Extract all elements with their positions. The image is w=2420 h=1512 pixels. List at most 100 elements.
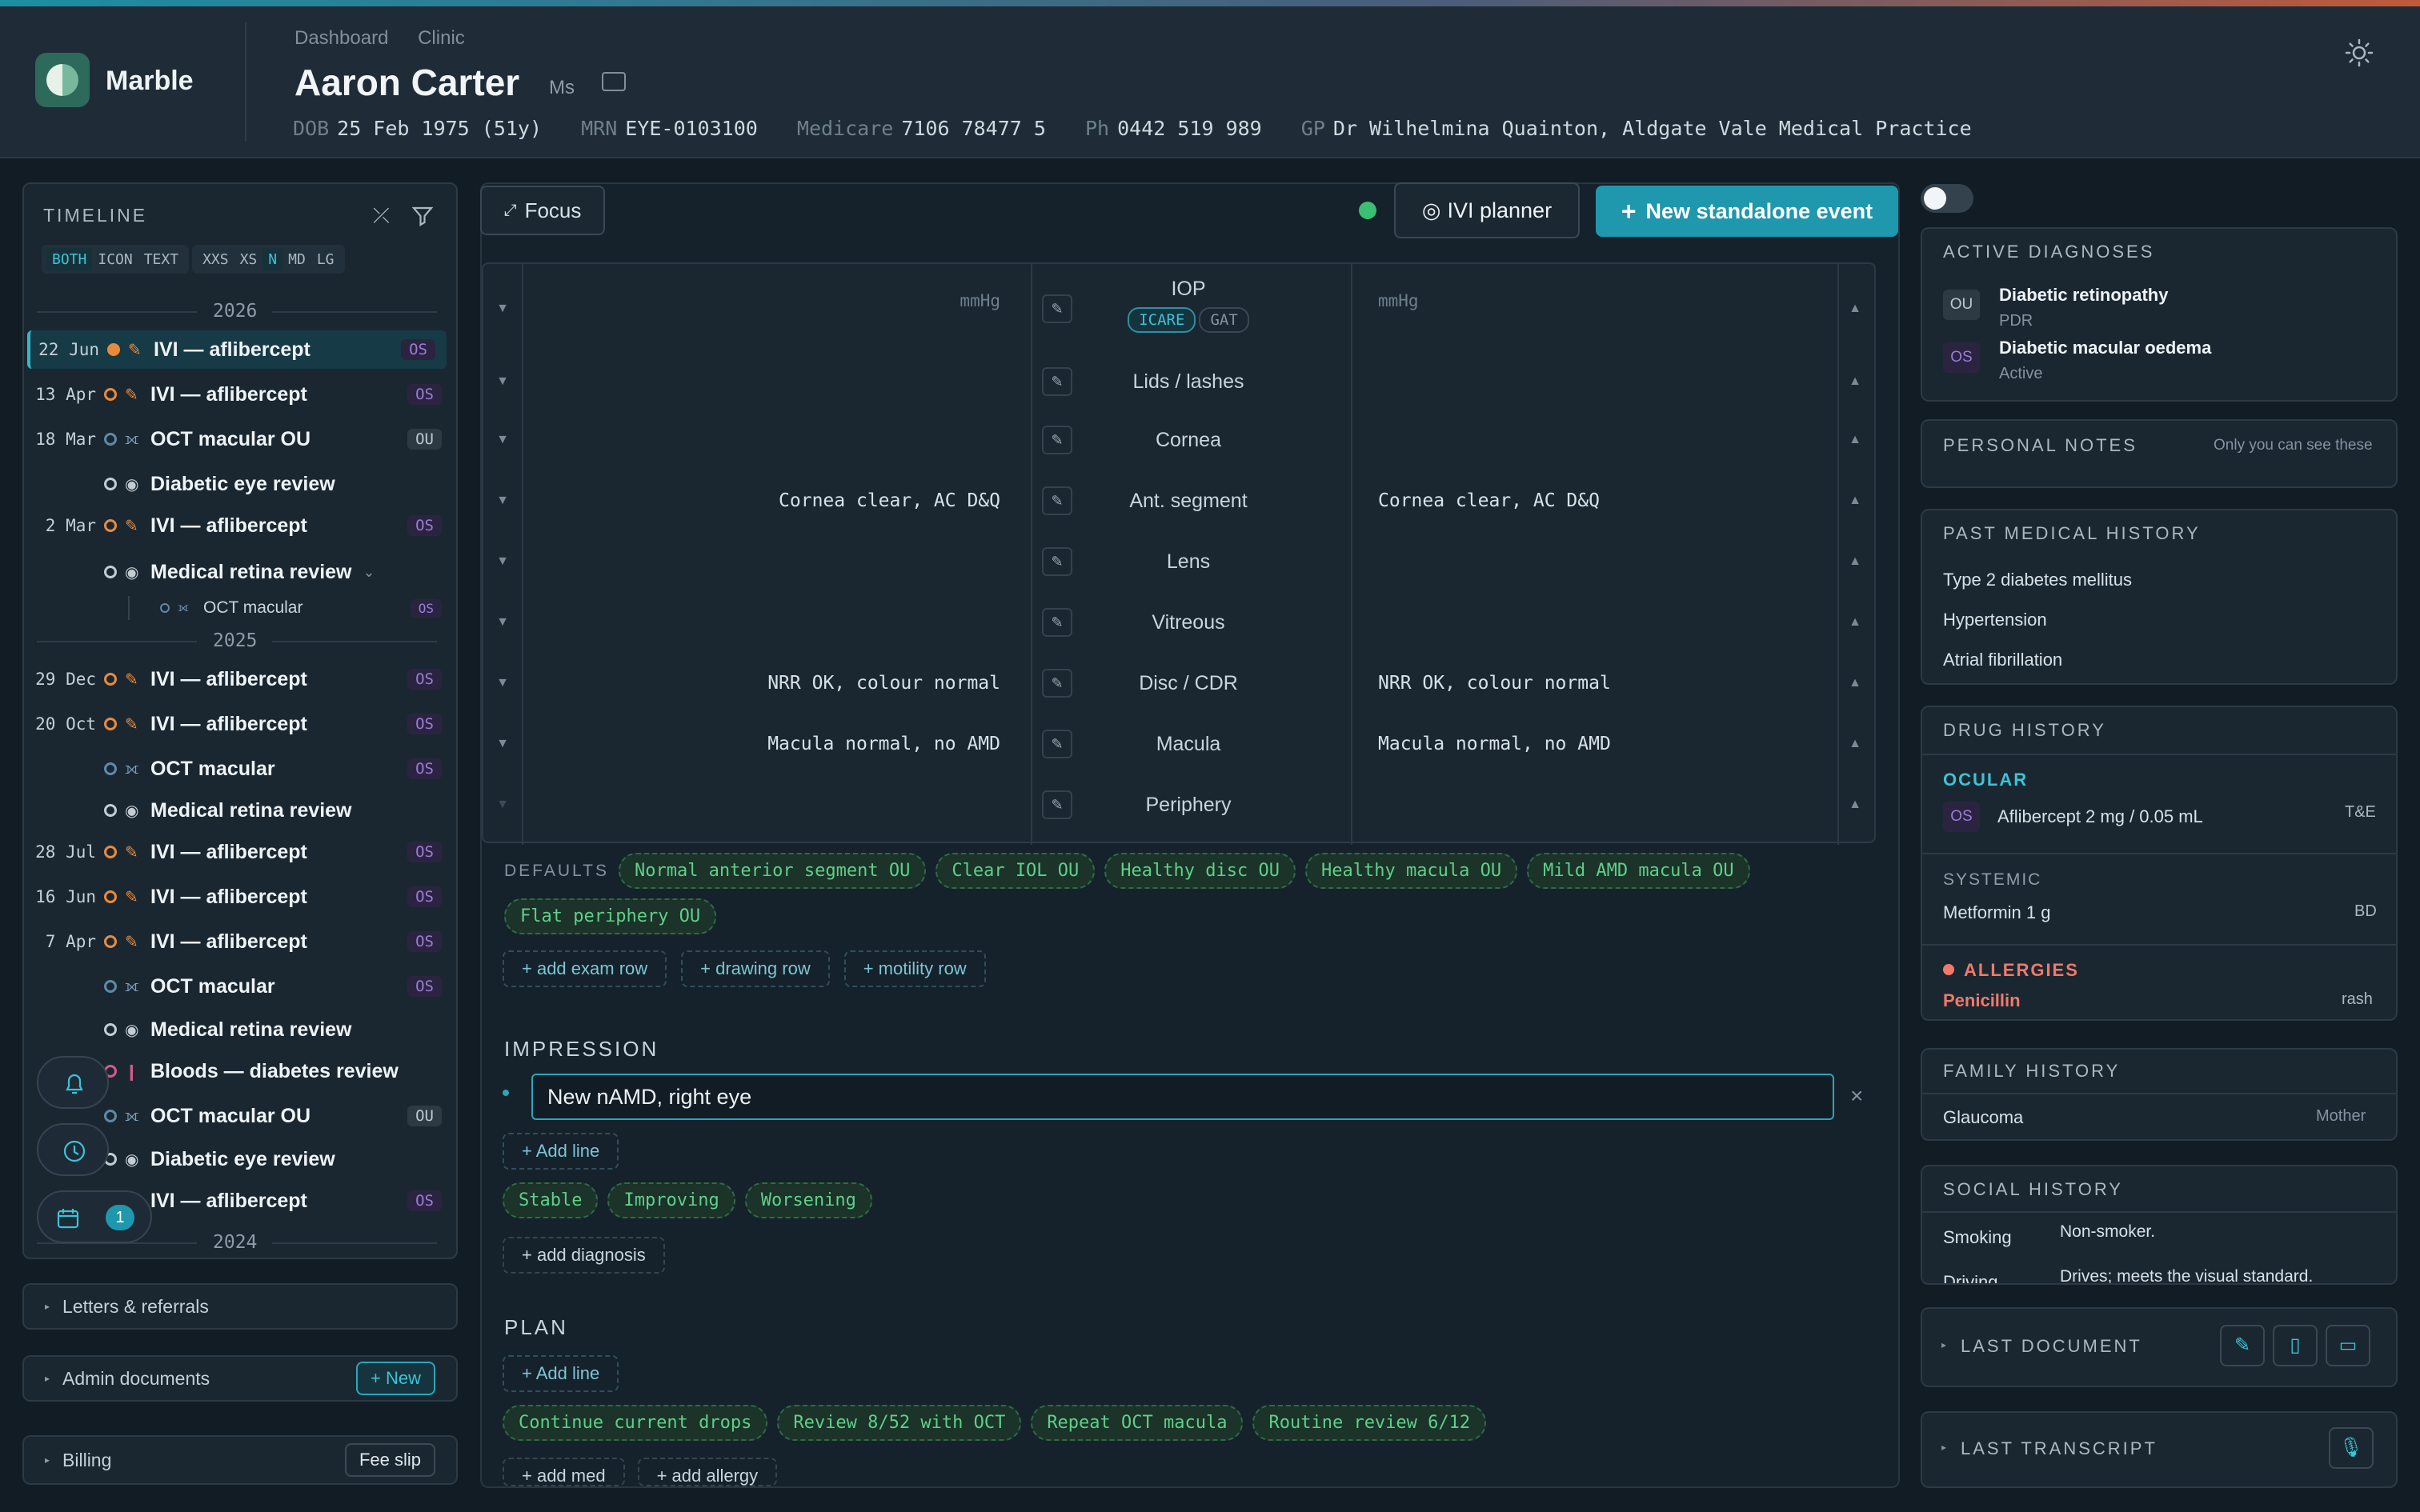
- collapse-right-icon[interactable]: ▲: [1836, 798, 1874, 812]
- collapse-right-icon[interactable]: ▲: [1836, 676, 1874, 690]
- id-card-icon[interactable]: [602, 72, 626, 91]
- diagnosis-name[interactable]: Diabetic retinopathy: [1999, 285, 2168, 306]
- right-eye-value[interactable]: mmHg: [1349, 264, 1836, 310]
- timeline-event[interactable]: 2 Mar ✎ IVI — aflibercept OS: [22, 506, 442, 545]
- collapse-right-icon[interactable]: ▲: [1836, 302, 1874, 316]
- present-screen-icon[interactable]: ▭: [2326, 1325, 2370, 1366]
- size-xs[interactable]: XS: [234, 248, 263, 271]
- social-value[interactable]: Drives; meets the visual standard.: [2060, 1267, 2313, 1283]
- impression-input[interactable]: New nAMD, right eye: [531, 1074, 1834, 1120]
- timeline-event[interactable]: ◉ Medical retina review: [22, 1010, 442, 1049]
- add-allergy-button[interactable]: + add allergy: [637, 1458, 778, 1486]
- edit-pencil-icon[interactable]: ✎: [1042, 790, 1072, 819]
- iop-method-icare[interactable]: ICARE: [1128, 306, 1196, 333]
- focus-button[interactable]: ⤢ Focus: [480, 186, 605, 235]
- collapse-left-icon[interactable]: ▼: [483, 494, 522, 508]
- mode-text[interactable]: TEXT: [138, 248, 184, 271]
- collapse-left-icon[interactable]: ▼: [483, 737, 522, 751]
- size-lg[interactable]: LG: [311, 248, 340, 271]
- breadcrumb-dashboard[interactable]: Dashboard: [294, 27, 388, 49]
- collapse-left-icon[interactable]: ▼: [483, 676, 522, 690]
- collapse-left-icon[interactable]: ▼: [483, 433, 522, 447]
- add-exam-row-button[interactable]: + add exam row: [503, 950, 667, 987]
- mode-both[interactable]: BOTH: [46, 247, 93, 271]
- default-chip[interactable]: Mild AMD macula OU: [1527, 853, 1750, 889]
- default-chip[interactable]: Healthy macula OU: [1304, 853, 1518, 889]
- social-value[interactable]: Non-smoker.: [2060, 1222, 2155, 1242]
- add-med-button[interactable]: + add med: [503, 1458, 625, 1486]
- left-eye-value[interactable]: Macula normal, no AMD: [522, 734, 1028, 754]
- collapse-left-icon[interactable]: ▼: [483, 374, 522, 389]
- billing-section[interactable]: ▸ Billing Fee slip: [22, 1435, 458, 1485]
- collapse-right-icon[interactable]: ▲: [1836, 554, 1874, 569]
- size-md[interactable]: MD: [282, 248, 311, 271]
- pmh-item[interactable]: Type 2 diabetes mellitus: [1943, 570, 2132, 590]
- plan-chip[interactable]: Continue current drops: [503, 1405, 768, 1441]
- collapse-right-icon[interactable]: ▲: [1836, 737, 1874, 751]
- collapse-left-icon[interactable]: ▼: [483, 554, 522, 569]
- diagnosis-name[interactable]: Diabetic macular oedema: [1999, 338, 2211, 358]
- collapse-left-icon[interactable]: ▼: [483, 798, 522, 812]
- collapse-left-icon[interactable]: ▼: [483, 615, 522, 630]
- edit-pencil-icon[interactable]: ✎: [1042, 669, 1072, 698]
- family-history-item[interactable]: Glaucoma: [1943, 1107, 2023, 1128]
- status-chip-improving[interactable]: Improving: [607, 1182, 735, 1218]
- collapse-left-icon[interactable]: ▼: [483, 302, 522, 316]
- plan-add-line-button[interactable]: + Add line: [503, 1355, 619, 1392]
- plan-chip[interactable]: Repeat OCT macula: [1031, 1405, 1244, 1441]
- right-eye-value[interactable]: Macula normal, no AMD: [1349, 734, 1836, 754]
- drawing-row-button[interactable]: + drawing row: [681, 950, 830, 987]
- edit-pencil-icon[interactable]: ✎: [1042, 294, 1072, 323]
- default-chip[interactable]: Healthy disc OU: [1104, 853, 1296, 889]
- iop-method-gat[interactable]: GAT: [1199, 306, 1249, 333]
- edit-pencil-icon[interactable]: ✎: [1042, 730, 1072, 758]
- size-xxs[interactable]: XXS: [197, 248, 234, 271]
- size-n[interactable]: N: [262, 247, 283, 271]
- theme-sun-icon[interactable]: [2345, 38, 2374, 67]
- notifications-button[interactable]: [37, 1056, 109, 1109]
- calendar-button[interactable]: 1: [37, 1190, 152, 1243]
- marble-logo-icon[interactable]: [35, 53, 90, 107]
- timeline-event[interactable]: 16 Jun ✎ IVI — aflibercept OS: [22, 878, 442, 916]
- left-eye-value[interactable]: mmHg: [522, 264, 1028, 310]
- timeline-event[interactable]: 18 Mar ⟗ OCT macular OU OU: [22, 420, 442, 458]
- new-admin-doc-button[interactable]: + New: [356, 1362, 435, 1395]
- pmh-item[interactable]: Hypertension: [1943, 610, 2047, 630]
- timeline-event[interactable]: ⟗ OCT macular OS: [22, 750, 442, 788]
- impression-add-line-button[interactable]: + Add line: [503, 1133, 619, 1170]
- collapse-right-icon[interactable]: ▲: [1836, 615, 1874, 630]
- timeline-event[interactable]: 13 Apr ✎ IVI — aflibercept OS: [22, 375, 442, 414]
- systemic-drug-name[interactable]: Metformin 1 g: [1943, 902, 2051, 923]
- timeline-event[interactable]: ◉ Medical retina review ⌄: [22, 553, 442, 591]
- right-eye-value[interactable]: NRR OK, colour normal: [1349, 673, 1836, 694]
- letters-referrals-section[interactable]: ▸ Letters & referrals: [22, 1283, 458, 1330]
- edit-pencil-icon[interactable]: ✎: [1042, 547, 1072, 576]
- breadcrumb-clinic[interactable]: Clinic: [418, 27, 465, 49]
- edit-pencil-icon[interactable]: ✎: [1042, 608, 1072, 637]
- timeline-event[interactable]: 7 Apr ✎ IVI — aflibercept OS: [22, 922, 442, 961]
- edit-pencil-icon[interactable]: ✎: [1042, 367, 1072, 396]
- motility-row-button[interactable]: + motility row: [843, 950, 986, 987]
- ivi-planner-button[interactable]: ◎ IVI planner: [1394, 182, 1580, 238]
- collapse-right-icon[interactable]: ▲: [1836, 494, 1874, 508]
- upload-phone-icon[interactable]: ▯: [2273, 1325, 2318, 1366]
- edit-pencil-icon[interactable]: ✎: [1042, 486, 1072, 515]
- expand-chevron-icon[interactable]: ⌄: [363, 564, 375, 581]
- ocular-drug-name[interactable]: Aflibercept 2 mg / 0.05 mL: [1997, 806, 2203, 827]
- left-eye-value[interactable]: Cornea clear, AC D&Q: [522, 490, 1028, 511]
- panel-toggle[interactable]: [1921, 184, 1973, 213]
- plan-chip[interactable]: Routine review 6/12: [1252, 1405, 1487, 1441]
- collapse-right-icon[interactable]: ▲: [1836, 433, 1874, 447]
- timeline-event[interactable]: ◉ Medical retina review: [22, 791, 442, 830]
- history-button[interactable]: [37, 1123, 109, 1176]
- right-eye-value[interactable]: Cornea clear, AC D&Q: [1349, 490, 1836, 511]
- allergy-name[interactable]: Penicillin: [1943, 990, 2021, 1011]
- new-standalone-event-button[interactable]: + New standalone event: [1596, 186, 1898, 237]
- default-chip[interactable]: Normal anterior segment OU: [618, 853, 927, 889]
- timeline-event[interactable]: 22 Jun ✎ IVI — aflibercept OS: [27, 330, 447, 369]
- filter-icon[interactable]: [411, 205, 434, 227]
- clear-line-icon[interactable]: ×: [1850, 1083, 1863, 1109]
- add-diagnosis-button[interactable]: + add diagnosis: [503, 1237, 665, 1274]
- microphone-icon[interactable]: 🎙: [2329, 1427, 2374, 1469]
- timeline-event[interactable]: 20 Oct ✎ IVI — aflibercept OS: [22, 705, 442, 743]
